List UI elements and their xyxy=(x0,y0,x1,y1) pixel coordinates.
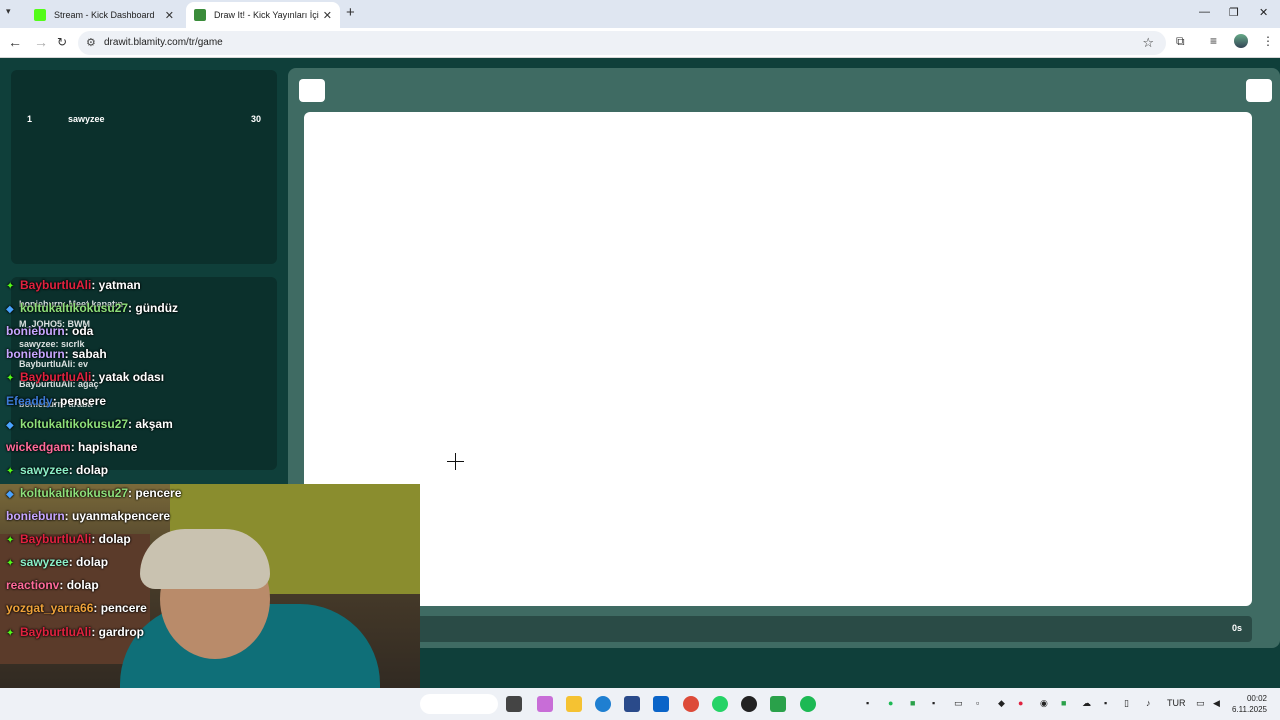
microphone-icon[interactable]: ♪ xyxy=(1146,698,1151,708)
system-clock[interactable]: 00:02 6.11.2025 xyxy=(1232,693,1267,715)
store-icon[interactable] xyxy=(624,696,640,712)
tab-search-chevron-icon[interactable]: ▾ xyxy=(6,6,11,17)
tray-xbox-icon[interactable]: ■ xyxy=(910,698,915,708)
tray-spotify-icon[interactable]: ● xyxy=(888,698,893,708)
chat-message: sawyzee: sıcrlk xyxy=(19,339,85,349)
chrome-icon[interactable] xyxy=(683,696,699,712)
right-tool-button[interactable] xyxy=(1246,79,1272,102)
chat-message: BayburtluAli: ev xyxy=(19,359,89,369)
restore-icon[interactable]: ❐ xyxy=(1229,6,1239,19)
windows-taskbar: ▪ ● ■ ▪ ▭ ▫ ◆ ● ◉ ■ ☁ ▪ ▯ ♪ TUR ▭ ◀ 00:0… xyxy=(0,688,1280,720)
network-icon[interactable]: ▭ xyxy=(1196,698,1205,709)
drawing-canvas[interactable] xyxy=(304,112,1252,606)
tray-steam-icon[interactable]: ◉ xyxy=(1040,698,1048,709)
clock-time: 00:02 xyxy=(1246,694,1267,703)
app-icon[interactable] xyxy=(770,696,786,712)
address-bar[interactable]: ⚙ drawit.blamity.com/tr/game ☆ xyxy=(78,31,1166,55)
taskbar-search[interactable] xyxy=(420,694,498,714)
edge-icon[interactable] xyxy=(595,696,611,712)
drawit-favicon-icon xyxy=(194,9,206,21)
game-panel: 0s xyxy=(288,68,1280,648)
minimize-icon[interactable]: — xyxy=(1199,6,1210,18)
close-tab-icon[interactable]: ✕ xyxy=(165,9,174,22)
tray-record-icon[interactable]: ● xyxy=(1018,698,1023,708)
file-explorer-icon[interactable] xyxy=(566,696,582,712)
tray-cloud-icon[interactable]: ☁ xyxy=(1082,698,1091,709)
volume-icon[interactable]: ◀ xyxy=(1213,698,1220,709)
tab-title: Draw It! - Kick Yayınları İçin Çiz xyxy=(214,10,319,20)
menu-kebab-icon[interactable]: ⋮ xyxy=(1262,34,1274,48)
back-icon[interactable]: ← xyxy=(8,34,22,50)
tray-nvidia-icon[interactable]: ■ xyxy=(1061,698,1066,708)
leaderboard-name: sawyzee xyxy=(68,114,105,124)
tab-title: Stream - Kick Dashboard xyxy=(54,10,155,20)
site-info-icon[interactable]: ⚙ xyxy=(86,36,96,49)
chat-message: bonieburn: araba xyxy=(19,399,93,409)
tray-app-icon[interactable]: ▪ xyxy=(866,698,869,708)
chat-message: BayburtluAli: ağaç xyxy=(19,379,99,389)
obs-icon[interactable] xyxy=(741,696,757,712)
webcam-overlay xyxy=(0,484,420,720)
browser-toolbar: ← → ↻ ⚙ drawit.blamity.com/tr/game ☆ xyxy=(0,28,1280,58)
close-tab-icon[interactable]: ✕ xyxy=(323,9,332,22)
close-window-icon[interactable]: ✕ xyxy=(1259,6,1268,19)
tray-app-icon[interactable]: ▭ xyxy=(954,698,963,709)
keyboard-language[interactable]: TUR xyxy=(1167,698,1186,708)
webcam-shelf xyxy=(0,534,150,664)
browser-tab-strip: ▾ Stream - Kick Dashboard ✕ Draw It! - K… xyxy=(0,0,1280,28)
chat-message: M_JOHO5: BWM xyxy=(19,319,91,329)
profile-avatar[interactable] xyxy=(1234,34,1248,48)
timer-bar: 0s xyxy=(304,616,1252,642)
url-text: drawit.blamity.com/tr/game xyxy=(104,37,223,48)
task-view-icon[interactable] xyxy=(506,696,522,712)
tray-usb-icon[interactable]: ▯ xyxy=(1124,698,1129,709)
spotify-icon[interactable] xyxy=(800,696,816,712)
new-tab-icon[interactable]: + xyxy=(346,4,355,21)
crosshair-cursor-icon xyxy=(447,453,464,470)
left-tool-button[interactable] xyxy=(299,79,325,102)
copilot-icon[interactable] xyxy=(537,696,553,712)
media-controls-icon[interactable]: ≡ xyxy=(1210,34,1217,48)
outlook-icon[interactable] xyxy=(653,696,669,712)
leaderboard-panel: 1 sawyzee 30 xyxy=(11,70,277,264)
whatsapp-icon[interactable] xyxy=(712,696,728,712)
extensions-icon[interactable]: ⧉ xyxy=(1176,34,1185,49)
streamer-cap xyxy=(140,529,270,589)
tray-app-icon[interactable]: ▪ xyxy=(932,698,935,708)
tray-app-icon[interactable]: ▫ xyxy=(976,698,979,708)
kick-favicon-icon xyxy=(34,9,46,21)
leaderboard-rank: 1 xyxy=(27,114,33,124)
clock-date: 6.11.2025 xyxy=(1232,705,1267,714)
tab-kick-dashboard[interactable]: Stream - Kick Dashboard ✕ xyxy=(26,2,182,28)
reload-icon[interactable]: ↻ xyxy=(57,35,67,49)
game-chat-panel: bonieburn: Meet kapatın M_JOHO5: BWM saw… xyxy=(11,277,277,470)
forward-icon[interactable]: → xyxy=(34,34,48,50)
tray-app-icon[interactable]: ▪ xyxy=(1104,698,1107,708)
chat-message: bonieburn: Meet kapatın xyxy=(19,299,124,309)
tray-app-icon[interactable]: ◆ xyxy=(998,698,1005,709)
timer-text: 0s xyxy=(1231,623,1242,633)
leaderboard-score: 30 xyxy=(250,114,261,124)
bookmark-star-icon[interactable]: ☆ xyxy=(1142,35,1154,51)
tab-draw-it[interactable]: Draw It! - Kick Yayınları İçin Çiz ✕ xyxy=(186,2,340,28)
